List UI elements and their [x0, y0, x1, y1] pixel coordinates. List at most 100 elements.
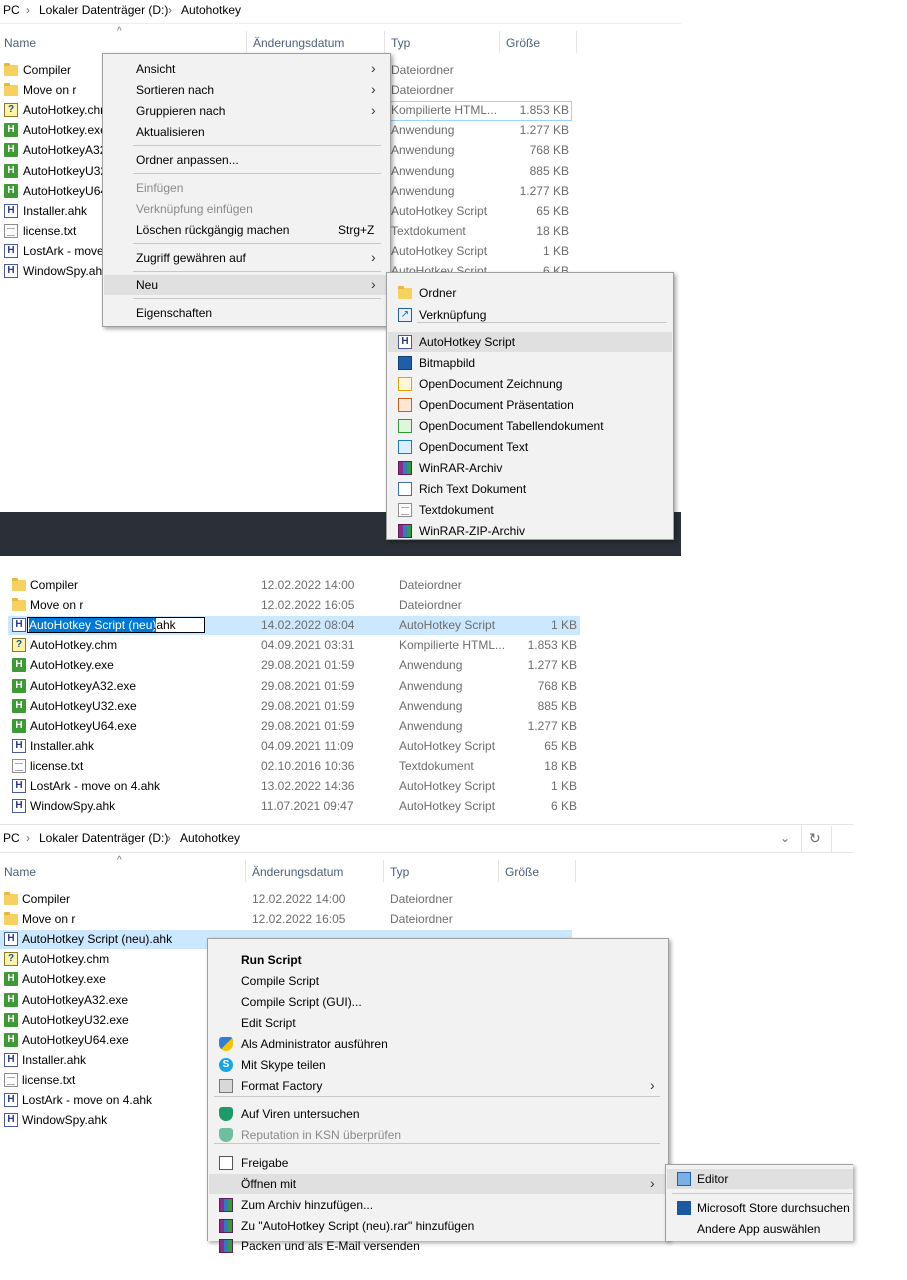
- file-name: AutoHotkey.exe: [30, 658, 114, 673]
- new-item[interactable]: OpenDocument Präsentation: [419, 397, 574, 413]
- breadcrumb-drive[interactable]: Lokaler Datenträger (D:): [39, 2, 168, 18]
- file-size: 1.277 KB: [527, 658, 577, 673]
- menu-item-run[interactable]: Run Script: [241, 952, 302, 968]
- menu-item-editor[interactable]: Editor: [697, 1171, 728, 1187]
- file-name: AutoHotkeyA32.exe: [22, 992, 129, 1007]
- menu-item-share[interactable]: Freigabe: [241, 1155, 288, 1171]
- file-date: 29.08.2021 01:59: [261, 718, 355, 733]
- file-type: AutoHotkey Script: [391, 243, 488, 258]
- new-item[interactable]: Verknüpfung: [419, 307, 486, 323]
- menu-item-ksn[interactable]: Reputation in KSN überprüfen: [241, 1127, 401, 1143]
- breadcrumb-drive[interactable]: Lokaler Datenträger (D:): [39, 830, 168, 846]
- file-name: Installer.ahk: [30, 738, 95, 753]
- column-name[interactable]: Name: [4, 35, 36, 51]
- breadcrumb-folder[interactable]: Autohotkey: [180, 830, 240, 846]
- file-name: Compiler: [23, 63, 72, 77]
- menu-item-edit[interactable]: Edit Script: [241, 1015, 296, 1031]
- share-icon: [219, 1156, 233, 1170]
- menu-item-view[interactable]: Ansicht: [136, 61, 175, 77]
- exe-icon: H: [4, 1032, 18, 1047]
- menu-item-group[interactable]: Gruppieren nach: [136, 103, 225, 119]
- file-date: 12.02.2022 14:00: [261, 578, 355, 592]
- file-name: Installer.ahk: [22, 1052, 87, 1067]
- chm-help-icon: ?: [12, 638, 26, 653]
- file-name: Installer.ahk: [23, 203, 88, 218]
- menu-item-properties[interactable]: Eigenschaften: [136, 305, 212, 321]
- file-size: 1.853 KB: [527, 638, 577, 653]
- menu-item-compile-gui[interactable]: Compile Script (GUI)...: [241, 994, 362, 1010]
- new-item[interactable]: OpenDocument Tabellendokument: [419, 418, 604, 434]
- menu-item-format-factory[interactable]: Format Factory: [241, 1078, 322, 1094]
- menu-item-paste[interactable]: Einfügen: [136, 180, 183, 196]
- file-type: Anwendung: [399, 678, 463, 693]
- file-size: 65 KB: [536, 203, 569, 218]
- sort-arrow-icon: ^: [117, 26, 122, 37]
- odg-icon: [398, 377, 412, 391]
- file-name: Move on r: [30, 598, 84, 613]
- menu-item-new[interactable]: Neu: [136, 277, 158, 293]
- menu-item-admin[interactable]: Als Administrator ausführen: [241, 1036, 388, 1052]
- new-item[interactable]: OpenDocument Zeichnung: [419, 376, 562, 392]
- file-size: 1 KB: [550, 779, 577, 793]
- file-date: 12.02.2022 16:05: [252, 912, 346, 927]
- file-type: Anwendung: [399, 658, 463, 673]
- file-size: 6 KB: [550, 799, 577, 814]
- ahk-script-icon: H: [4, 1113, 18, 1128]
- menu-item-archive[interactable]: Zum Archiv hinzufügen...: [241, 1197, 373, 1213]
- rename-field[interactable]: AutoHotkey Script (neu) .ahk: [27, 617, 205, 633]
- refresh-icon[interactable]: ↻: [809, 830, 821, 846]
- menu-item-pack-email[interactable]: Packen und als E-Mail versenden: [241, 1238, 420, 1254]
- shortcut-icon: ↗: [398, 308, 412, 322]
- new-item[interactable]: AutoHotkey Script: [419, 334, 515, 350]
- exe-icon: H: [12, 678, 26, 693]
- new-item[interactable]: WinRAR-Archiv: [419, 460, 502, 476]
- file-size: 1.277 KB: [519, 183, 569, 198]
- bitmap-icon: [398, 356, 412, 370]
- column-name[interactable]: Name: [4, 864, 36, 880]
- column-date[interactable]: Änderungsdatum: [252, 864, 343, 880]
- menu-item-other-app[interactable]: Andere App auswählen: [697, 1221, 820, 1237]
- new-item[interactable]: WinRAR-ZIP-Archiv: [419, 523, 525, 539]
- new-item[interactable]: Ordner: [419, 285, 456, 301]
- menu-item-compile[interactable]: Compile Script: [241, 973, 319, 989]
- menu-item-undo-delete[interactable]: Löschen rückgängig machen: [136, 222, 289, 238]
- column-date[interactable]: Änderungsdatum: [253, 35, 344, 51]
- column-type[interactable]: Typ: [391, 35, 410, 51]
- ahk-script-icon: H: [4, 264, 18, 278]
- file-type: Dateiordner: [399, 578, 462, 592]
- menu-item-open-with[interactable]: Öffnen mit: [241, 1176, 296, 1192]
- file-size: 1 KB: [550, 618, 577, 633]
- breadcrumb-folder[interactable]: Autohotkey: [181, 2, 241, 18]
- menu-item-customize[interactable]: Ordner anpassen...: [136, 152, 239, 168]
- new-item[interactable]: OpenDocument Text: [419, 439, 528, 455]
- menu-item-skype[interactable]: Mit Skype teilen: [241, 1057, 326, 1073]
- new-item[interactable]: Bitmapbild: [419, 355, 475, 371]
- chevron-right-icon: ›: [650, 1077, 655, 1093]
- new-item[interactable]: Rich Text Dokument: [419, 481, 526, 497]
- file-date: 02.10.2016 10:36: [261, 758, 355, 773]
- column-type[interactable]: Typ: [390, 864, 409, 880]
- file-type: Anwendung: [399, 718, 463, 733]
- file-type: AutoHotkey Script: [391, 203, 488, 218]
- new-item[interactable]: Textdokument: [419, 502, 494, 518]
- exe-icon: H: [4, 143, 18, 158]
- microsoft-store-icon: [677, 1201, 691, 1215]
- menu-item-scan[interactable]: Auf Viren untersuchen: [241, 1106, 360, 1122]
- file-date: 12.02.2022 14:00: [252, 892, 346, 906]
- chevron-right-icon: ›: [371, 60, 376, 76]
- column-size[interactable]: Größe: [505, 864, 539, 880]
- exe-icon: H: [4, 1012, 18, 1027]
- chevron-down-icon[interactable]: ⌄: [780, 830, 790, 846]
- breadcrumb-separator-icon: ›: [168, 3, 172, 17]
- menu-item-give-access[interactable]: Zugriff gewähren auf: [136, 250, 246, 266]
- column-size[interactable]: Größe: [506, 35, 540, 51]
- breadcrumb-pc[interactable]: PC: [3, 830, 20, 846]
- menu-item-paste-shortcut[interactable]: Verknüpfung einfügen: [136, 201, 253, 217]
- menu-item-store[interactable]: Microsoft Store durchsuchen: [697, 1200, 850, 1216]
- folder-icon: [12, 578, 26, 591]
- menu-item-sort[interactable]: Sortieren nach: [136, 82, 214, 98]
- menu-item-archive-rar[interactable]: Zu "AutoHotkey Script (neu).rar" hinzufü…: [241, 1218, 474, 1234]
- breadcrumb-pc[interactable]: PC: [3, 2, 20, 18]
- menu-item-refresh[interactable]: Aktualisieren: [136, 124, 205, 140]
- file-name: AutoHotkey.chm: [23, 103, 111, 118]
